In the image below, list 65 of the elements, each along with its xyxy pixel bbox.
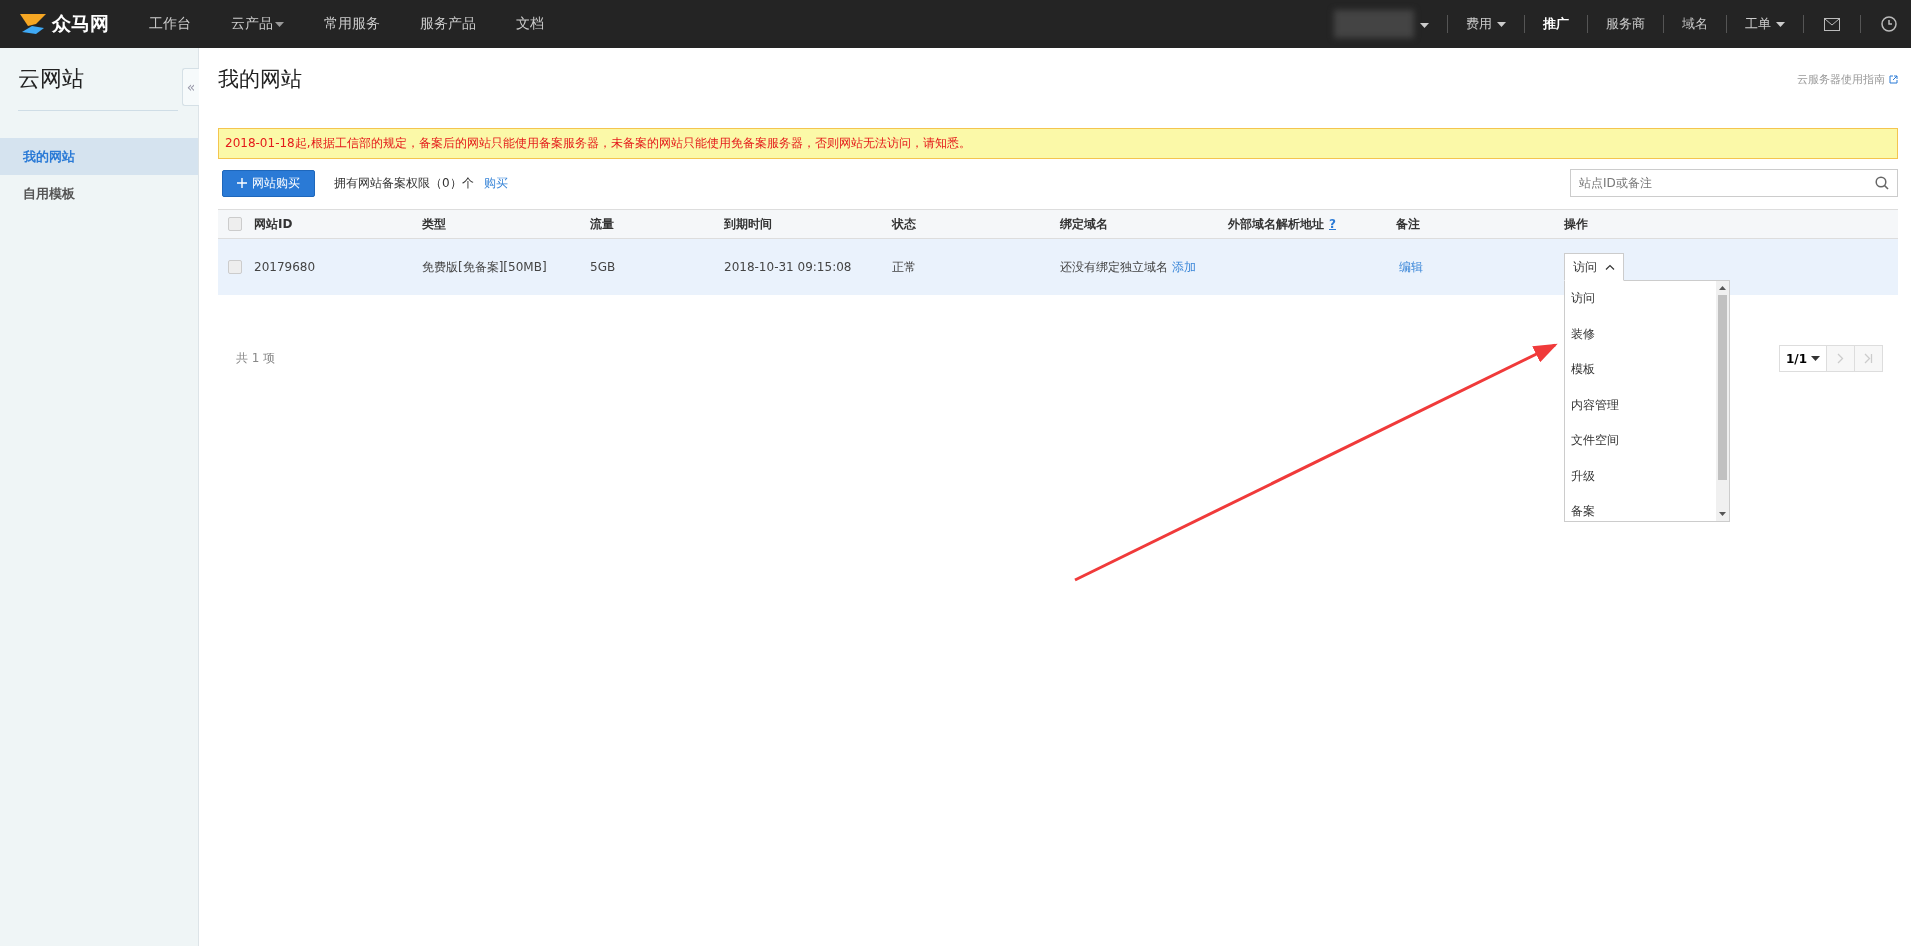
sidebar-title: 云网站 [18,64,178,111]
quota-text: 拥有网站备案权限（0）个 [334,174,474,192]
caret-icon [1811,356,1820,361]
nav-item[interactable]: 推广 [1543,15,1569,33]
page-select[interactable]: 1/1 [1778,345,1827,372]
nav-item[interactable]: 云产品 [231,15,284,33]
help-mark[interactable]: ? [1329,217,1336,231]
chevron-icon [1605,264,1615,270]
last-page-icon [1864,353,1873,364]
caret-icon [1420,23,1429,28]
caret-icon [275,21,284,27]
nav-item[interactable]: 服务产品 [420,15,476,33]
menu-item[interactable]: 文件空间 [1565,423,1716,459]
nav-item[interactable]: 服务商 [1606,15,1645,33]
notice-banner: 2018-01-18起,根据工信部的规定，备案后的网站只能使用备案服务器，未备案的网站只能使用免备案服务器，否则网站无法访问，请知悉。 [218,128,1898,159]
edit-remark-link[interactable]: 编辑 [1399,259,1423,274]
column-header: 绑定域名 [1060,215,1108,233]
menu-item[interactable]: 内容管理 [1565,387,1716,423]
row-checkbox[interactable] [228,260,242,274]
table-cell-text: 2018-10-31 09:15:08 [724,260,853,274]
caret-icon [1497,21,1506,27]
table-cell-text: 正常 [892,258,917,276]
caret-icon [1776,21,1785,27]
buy-website-button[interactable]: 网站购买 [222,169,315,197]
plus-icon [237,178,247,188]
chevron-right-icon [1837,353,1844,364]
table-cell: 还没有绑定独立域名 [1060,258,1168,276]
table-cell-text: 免费版[免备案][50MB] [422,258,548,276]
column-header: 状态 [892,215,916,233]
nav-item[interactable]: 域名 [1682,15,1708,33]
column-header: 类型 [422,215,446,233]
logo-icon [18,12,48,36]
nav-item[interactable]: 常用服务 [324,15,380,33]
action-select[interactable]: 访问 [1564,253,1624,281]
column-header: 到期时间 [724,215,772,233]
column-header: 流量 [590,215,614,233]
menu-item[interactable]: 备案 [1565,494,1716,530]
nav-item[interactable]: 工单 [1745,15,1785,33]
select-all-checkbox[interactable] [228,217,242,231]
table-cell-text: 20179680 [254,260,317,274]
search-icon[interactable] [1875,176,1889,190]
column-header: 备注 [1396,215,1420,233]
nav-item[interactable]: 费用 [1466,15,1506,33]
menu-item[interactable]: 访问 [1565,281,1716,317]
scrollbar[interactable] [1716,281,1729,521]
scroll-up-icon[interactable] [1719,284,1726,292]
buy-link[interactable]: 购买 [483,174,508,192]
table-cell-text: 5GB [590,260,617,274]
total-count: 共 1 项 [236,350,276,367]
column-header: 外部域名解析地址 [1228,215,1324,233]
nav-item[interactable]: 文档 [516,15,544,33]
add-domain-link[interactable]: 添加 [1172,258,1196,276]
clock-icon[interactable] [1879,14,1899,34]
scroll-down-icon[interactable] [1719,510,1726,518]
sidebar-item[interactable]: 自用模板 [0,175,198,212]
menu-item[interactable]: 模板 [1565,352,1716,388]
page-title: 我的网站 [218,66,302,93]
menu-item[interactable]: 装修 [1565,316,1716,352]
nav-item[interactable]: 工作台 [149,15,191,33]
column-header: 操作 [1564,215,1588,233]
search-field[interactable]: 站点ID或备注 [1570,169,1898,197]
menu-item[interactable]: 升级 [1565,458,1716,494]
external-link-icon [1889,74,1898,84]
column-header: 网站ID [254,215,293,233]
logo-text: 众马网 [52,11,109,36]
